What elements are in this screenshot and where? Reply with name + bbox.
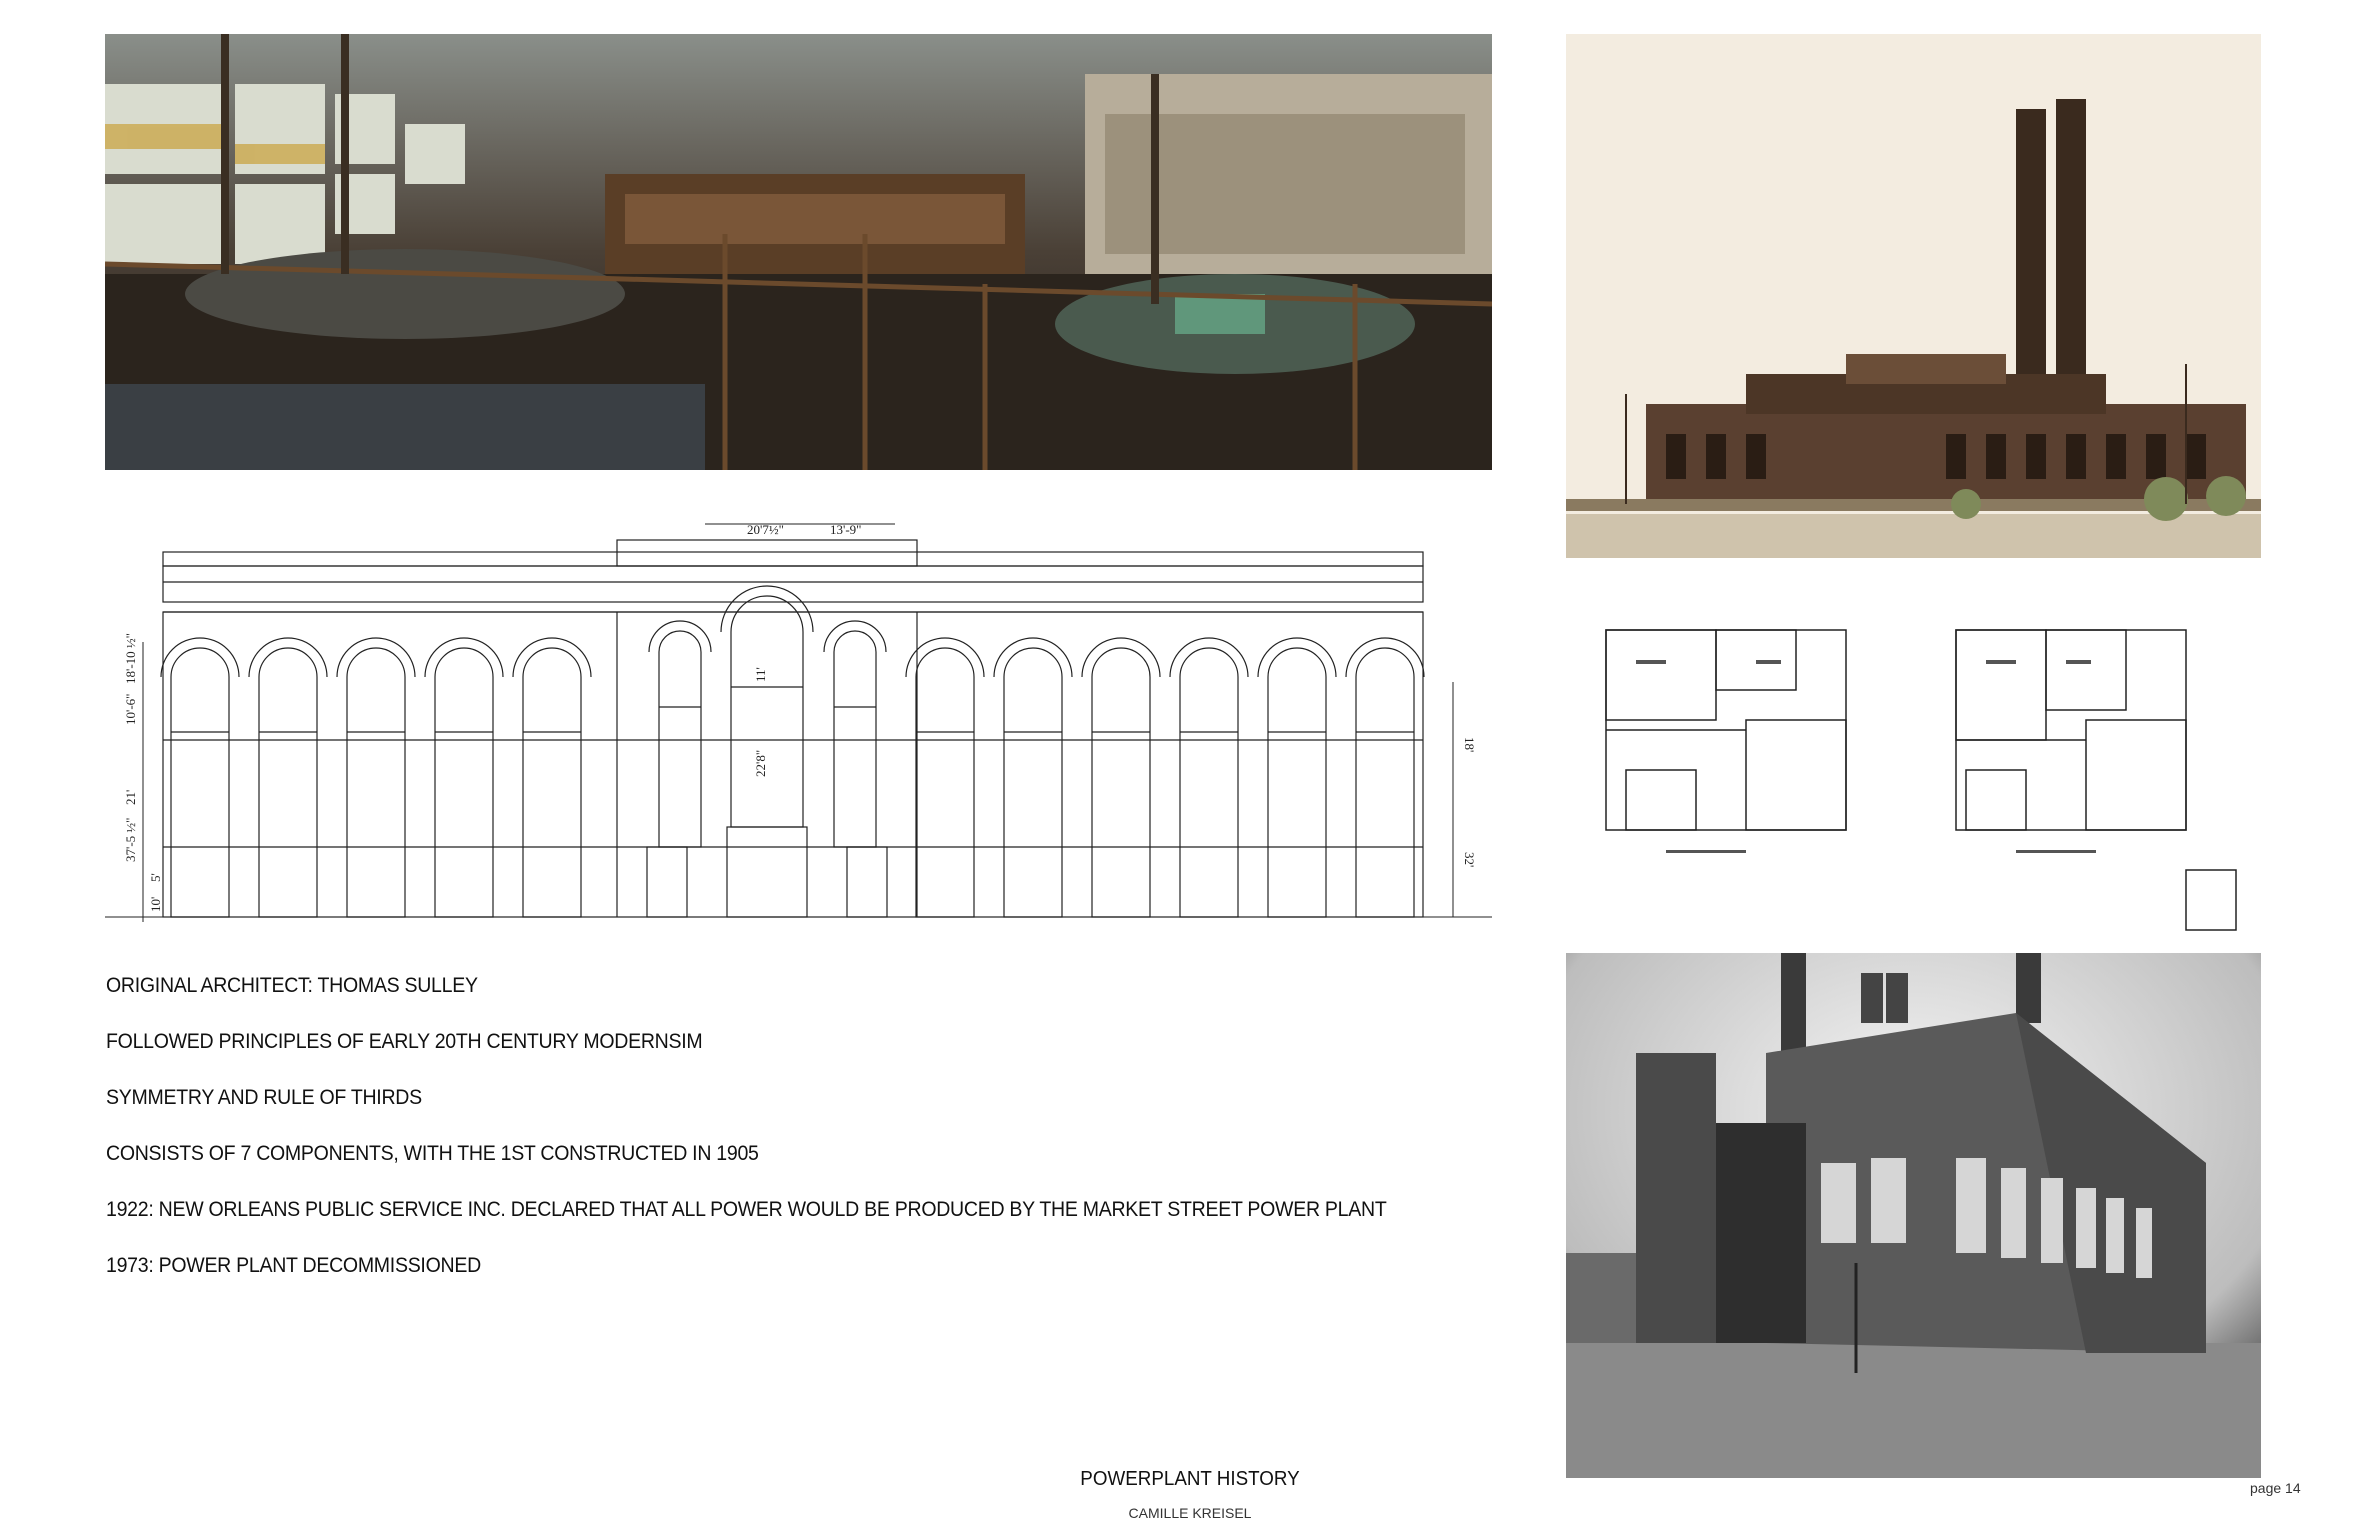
dim-right-2: 32' — [1462, 852, 1477, 867]
exterior-sepia-photo — [1566, 34, 2261, 558]
footer-author: CAMILLE KREISEL — [1128, 1505, 1252, 1521]
floor-plans-drawing — [1566, 600, 2261, 940]
dim-center-1: 11' — [753, 667, 768, 682]
front-elevation-drawing: 20'7½" 13'-9" 18'-10 ½" 10'-6" 21' 37'-5… — [105, 522, 1492, 922]
historic-bw-photo — [1566, 953, 2261, 1478]
caption-architect: ORIGINAL ARCHITECT: THOMAS SULLEY — [106, 974, 478, 997]
dim-left-6: 10' — [148, 897, 163, 912]
footer-title: POWERPLANT HISTORY — [1080, 1468, 1300, 1490]
page-number: page 14 — [2250, 1480, 2301, 1496]
interior-photo — [105, 34, 1492, 470]
dim-right-1: 18' — [1462, 737, 1477, 752]
dim-left-1: 18'-10 ½" — [123, 633, 138, 684]
dim-center-2: 22'8" — [753, 750, 768, 777]
caption-list: ORIGINAL ARCHITECT: THOMAS SULLEY FOLLOW… — [106, 958, 1526, 1294]
caption-1973: 1973: POWER PLANT DECOMMISSIONED — [106, 1254, 481, 1277]
dim-left-5: 5' — [148, 873, 163, 882]
caption-symmetry: SYMMETRY AND RULE OF THIRDS — [106, 1086, 422, 1109]
caption-principles: FOLLOWED PRINCIPLES OF EARLY 20TH CENTUR… — [106, 1030, 703, 1053]
dim-left-3: 21' — [123, 790, 138, 805]
dim-left-2: 10'-6" — [123, 694, 138, 725]
caption-components: CONSISTS OF 7 COMPONENTS, WITH THE 1ST C… — [106, 1142, 759, 1165]
caption-1922: 1922: NEW ORLEANS PUBLIC SERVICE INC. DE… — [106, 1198, 1387, 1221]
dim-left-4: 37'-5 ½" — [123, 818, 138, 862]
